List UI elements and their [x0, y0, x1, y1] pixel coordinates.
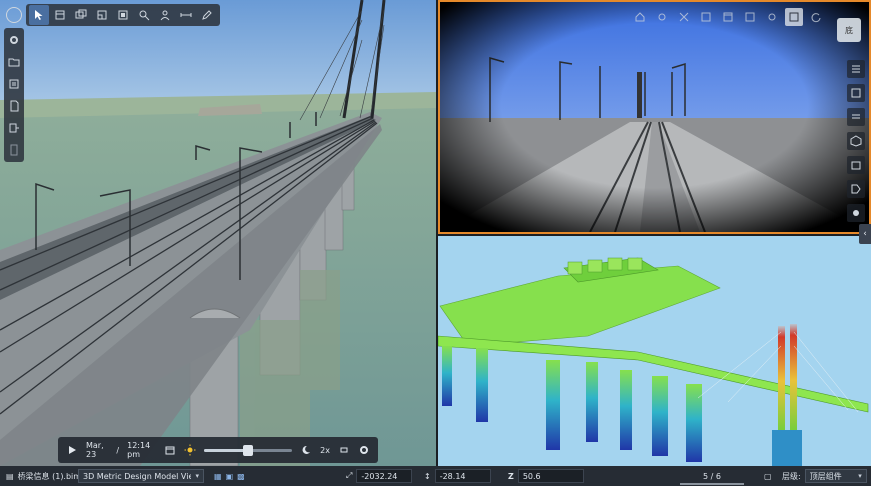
cut-icon[interactable] [134, 5, 154, 25]
time-slider[interactable] [203, 444, 293, 456]
document-icon[interactable] [4, 96, 24, 116]
main-toolbar [26, 4, 220, 26]
expand-view-icon[interactable]: ▣ [226, 472, 234, 481]
target-icon[interactable] [653, 8, 671, 26]
home-icon[interactable] [631, 8, 649, 26]
level-select-value: 顶层组件 [809, 471, 842, 481]
sun-icon[interactable] [184, 443, 196, 457]
camera-side-toolbar [847, 60, 865, 222]
layers-stack-icon[interactable] [71, 5, 91, 25]
image-icon[interactable] [785, 8, 803, 26]
time-slider-fill [203, 448, 248, 452]
playback-date: Mar, 23 [86, 441, 104, 459]
page-indicator-area: 5 / 6 [680, 466, 744, 486]
select-arrow-icon[interactable] [29, 5, 49, 25]
y-axis-icon: ↕ [424, 471, 431, 481]
level-label: 层级: [782, 471, 801, 481]
playback-time: 12:14 pm [127, 441, 151, 459]
file-icon[interactable] [4, 140, 24, 160]
bridge-analysis-scene [438, 236, 871, 466]
cube-icon[interactable] [847, 132, 865, 150]
save-icon[interactable] [741, 8, 759, 26]
chevron-down-icon: ▾ [858, 472, 862, 480]
view-cube[interactable]: 底 [837, 18, 861, 42]
split-view-icon[interactable]: ▩ [237, 472, 245, 481]
chevron-down-icon: ▾ [195, 472, 199, 480]
stack-icon[interactable] [847, 108, 865, 126]
analysis-viewport[interactable] [438, 236, 871, 466]
bim-viewer-app: Mar, 23 / 12:14 pm 2x 底 ‹ ▤ 桥梁信息 (1).bim… [0, 0, 871, 486]
playback-speed[interactable]: 2x [320, 446, 330, 455]
calendar-icon[interactable] [164, 443, 176, 457]
view-tools: ▦ ▣ ▩ [214, 466, 245, 486]
settings-icon[interactable] [358, 443, 370, 457]
time-slider-handle[interactable] [242, 444, 253, 456]
frame-icon[interactable]: ▢ [764, 472, 772, 481]
moon-icon[interactable] [300, 443, 312, 457]
refresh-icon[interactable] [807, 8, 825, 26]
tag-icon[interactable] [847, 180, 865, 198]
camera-viewport[interactable]: 底 [438, 0, 871, 234]
expand-icon[interactable] [675, 8, 693, 26]
group-icon[interactable] [113, 5, 133, 25]
properties-icon[interactable] [4, 74, 24, 94]
list-icon[interactable] [847, 60, 865, 78]
view-select-dropdown[interactable]: 3D Metric Design Model Views - View 2 ▾ [78, 469, 204, 483]
status-bar: ▤ 桥梁信息 (1).bim 3D Metric Design Model Vi… [0, 466, 871, 486]
gear-icon[interactable] [4, 30, 24, 50]
y-value-field[interactable]: -28.14 [434, 469, 491, 483]
view-select-value: 3D Metric Design Model Views - View 2 [83, 471, 191, 481]
measure-icon[interactable] [176, 5, 196, 25]
level-selector: 层级: 顶层组件 ▾ [782, 466, 867, 486]
layers-icon[interactable] [50, 5, 70, 25]
folder-icon[interactable] [4, 52, 24, 72]
level-select-dropdown[interactable]: 顶层组件 ▾ [804, 469, 867, 483]
x-axis-icon: ⤢ [346, 471, 353, 480]
panel-icon[interactable] [697, 8, 715, 26]
x-coordinate: ⤢ -2032.24 [346, 466, 413, 486]
camera-toolbar [631, 8, 825, 26]
paint-icon[interactable] [847, 204, 865, 222]
layers-icon[interactable] [847, 84, 865, 102]
page-progress [680, 483, 744, 485]
person-icon[interactable] [155, 5, 175, 25]
frame-toggle[interactable]: ▢ [764, 466, 772, 486]
view-selector[interactable]: 3D Metric Design Model Views - View 2 ▾ [78, 466, 204, 486]
loop-icon[interactable] [338, 443, 350, 457]
file-info: ▤ 桥梁信息 (1).bim [6, 466, 81, 486]
x-value-field[interactable]: -2032.24 [356, 469, 413, 483]
file-name: 桥梁信息 (1).bim [17, 471, 82, 481]
panel-collapse-tab[interactable]: ‹ [859, 224, 871, 244]
tree-icon[interactable] [92, 5, 112, 25]
time-playback-bar: Mar, 23 / 12:14 pm 2x [58, 437, 378, 463]
window-icon[interactable] [719, 8, 737, 26]
bridge-scene-main [0, 0, 436, 466]
camera-icon[interactable] [763, 8, 781, 26]
main-3d-viewport[interactable]: Mar, 23 / 12:14 pm 2x [0, 0, 436, 466]
file-icon: ▤ [6, 471, 14, 481]
main-side-toolbar [4, 28, 24, 162]
page-indicator: 5 / 6 [703, 471, 721, 481]
track-camera-scene [440, 2, 869, 232]
z-axis-icon: Z [508, 471, 514, 481]
layout-icon[interactable]: ▦ [214, 472, 222, 481]
y-coordinate: ↕ -28.14 [424, 466, 491, 486]
playback-separator: / [116, 445, 120, 455]
open-doc-icon[interactable] [4, 118, 24, 138]
back-icon[interactable] [6, 7, 22, 23]
z-coordinate: Z 50.6 [508, 466, 584, 486]
play-icon[interactable] [66, 443, 78, 457]
z-value-field[interactable]: 50.6 [517, 469, 584, 483]
box-icon[interactable] [847, 156, 865, 174]
pen-icon[interactable] [197, 5, 217, 25]
